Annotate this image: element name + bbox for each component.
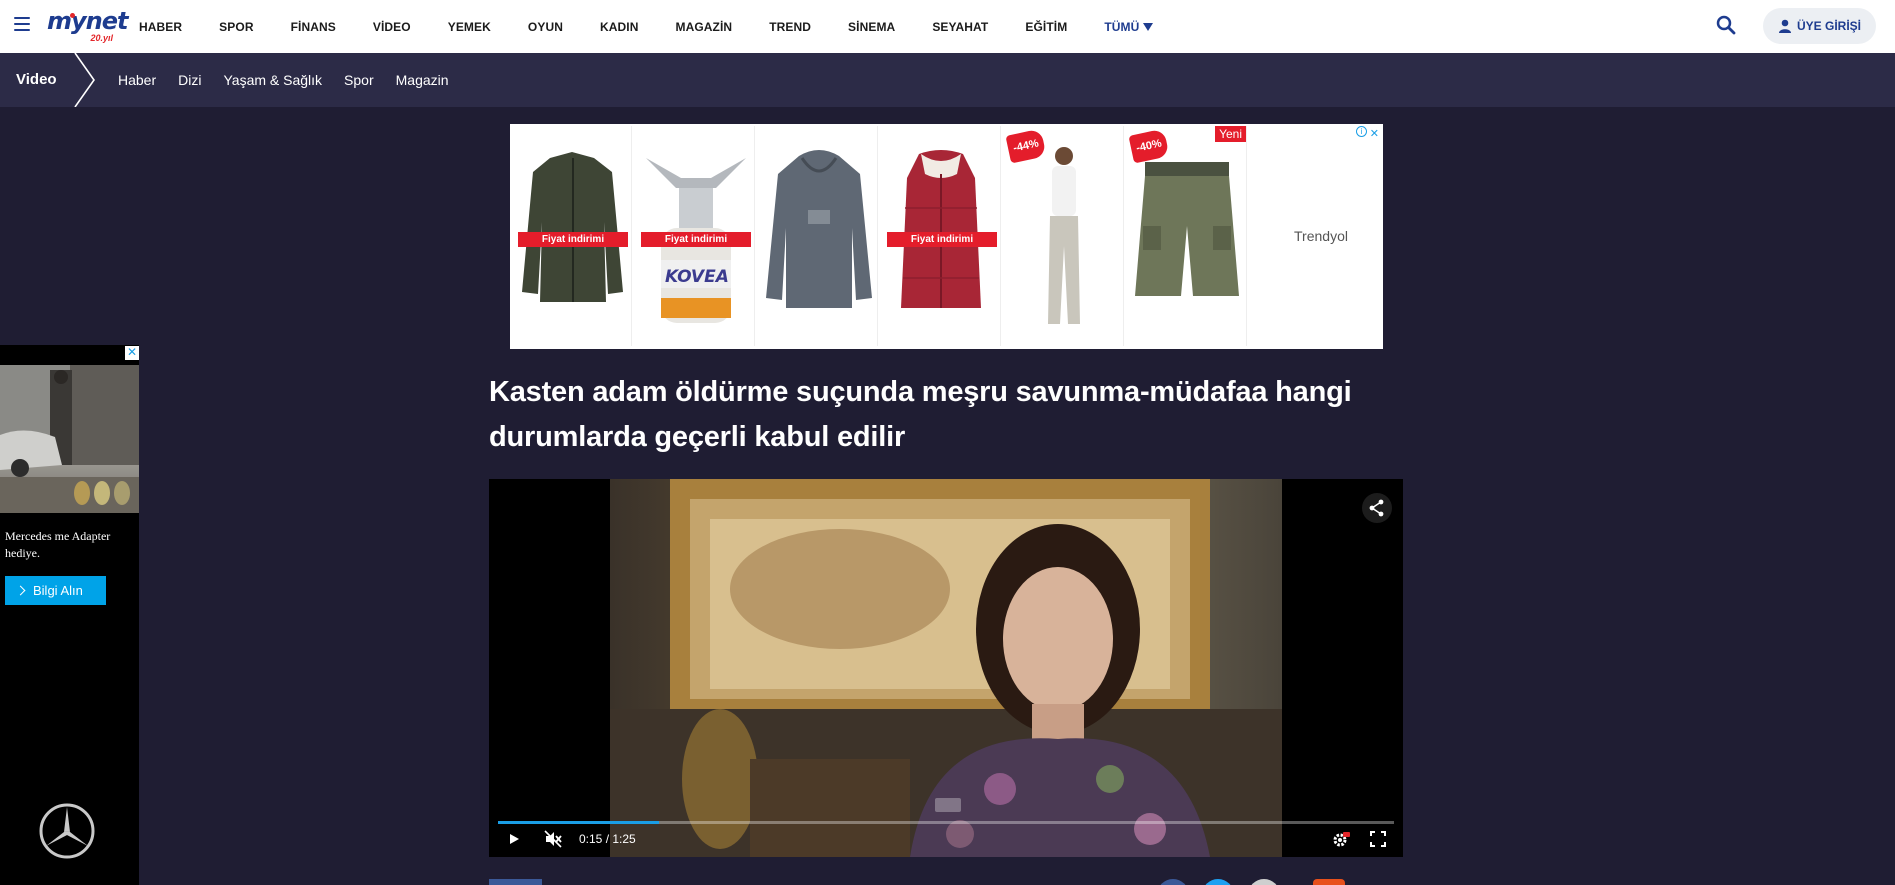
subnav-item-haber[interactable]: Haber [118, 72, 156, 88]
nav-item-trend[interactable]: TREND [769, 20, 811, 34]
mute-button[interactable] [543, 829, 563, 849]
fullscreen-button[interactable] [1369, 829, 1387, 849]
nav-item-spor[interactable]: SPOR [219, 20, 253, 34]
video-player[interactable]: 0:15 / 1:25 [489, 479, 1403, 857]
muted-speaker-icon [544, 830, 562, 848]
main-nav: HABER SPOR FİNANS VİDEO YEMEK OYUN KADIN… [139, 0, 1190, 53]
ad-brand-label[interactable]: Trendyol [1259, 228, 1383, 244]
subnav-item-yasam-saglik[interactable]: Yaşam & Sağlık [223, 72, 322, 88]
ad-product-shorts[interactable]: -40% Yeni [1127, 126, 1247, 346]
logo-text: mynet [47, 7, 129, 35]
share-button[interactable] [1362, 493, 1392, 523]
video-progress-bar[interactable] [498, 821, 1394, 824]
video-progress-fill [498, 821, 660, 824]
ad-product-tracksuit[interactable]: -44% [1004, 126, 1124, 346]
site-logo[interactable]: mynet 20.yıl [47, 7, 129, 44]
login-button[interactable]: ÜYE GİRİŞİ [1763, 8, 1876, 44]
section-title[interactable]: Video [16, 53, 57, 107]
user-icon [1778, 19, 1791, 33]
close-icon[interactable]: ✕ [1370, 127, 1379, 140]
chevron-down-icon [1143, 22, 1154, 31]
nav-item-magazin[interactable]: MAGAZİN [675, 20, 732, 34]
side-ad-cta-label: Bilgi Alın [33, 583, 83, 598]
nav-item-seyahat[interactable]: SEYAHAT [932, 20, 988, 34]
subnav-item-spor[interactable]: Spor [344, 72, 374, 88]
video-subnav: Video Haber Dizi Yaşam & Sağlık Spor Mag… [0, 53, 1895, 107]
ad-product-banner: Fiyat indirimi [641, 232, 751, 247]
car-photo-icon [0, 365, 139, 513]
article-title: Kasten adam öldürme suçunda meşru savunm… [489, 376, 1352, 453]
nav-more-dropdown[interactable]: TÜMÜ [1104, 19, 1154, 34]
ad-product-jacket[interactable]: Fiyat indirimi [512, 126, 632, 346]
link-icon[interactable] [1248, 879, 1280, 885]
ad-product-hoodie[interactable] [758, 126, 878, 346]
side-ad-text: Mercedes me Adapter hediye. [5, 529, 111, 560]
login-label: ÜYE GİRİŞİ [1796, 19, 1861, 33]
ad-photo [0, 365, 139, 513]
logo-subtext: 20.yıl [90, 33, 113, 43]
nav-item-finans[interactable]: FİNANS [291, 20, 336, 34]
chevron-up-icon[interactable] [935, 798, 961, 812]
search-icon[interactable] [1716, 15, 1736, 35]
shorts-icon [1135, 162, 1239, 296]
adchoices-icon[interactable]: i [1356, 126, 1367, 137]
hoodie-icon [766, 150, 872, 308]
gear-icon [1333, 832, 1350, 847]
nav-item-sinema[interactable]: SİNEMA [848, 20, 895, 34]
nav-item-haber[interactable]: HABER [139, 20, 182, 34]
nav-item-yemek[interactable]: YEMEK [448, 20, 491, 34]
share-icon [1369, 499, 1384, 517]
side-ad-banner[interactable]: ✕ Mercedes me Adapter hediye. Bilgi Alın [0, 345, 139, 885]
fullscreen-icon [1370, 831, 1386, 847]
product-ad-banner[interactable]: i ✕ Fiyat indirimi KOVEA Fiyat indirimi … [510, 124, 1383, 349]
mercedes-logo-icon [39, 803, 95, 859]
ad-product-banner: Fiyat indirimi [518, 232, 628, 247]
breadcrumb-chevron-icon [74, 53, 95, 107]
nav-more-label: TÜMÜ [1104, 19, 1140, 34]
play-icon [510, 834, 519, 844]
facebook-icon[interactable] [1157, 879, 1189, 885]
nav-item-kadin[interactable]: KADIN [600, 20, 639, 34]
settings-button[interactable] [1331, 829, 1351, 849]
tracksuit-icon [1048, 147, 1080, 324]
ad-product-vest[interactable]: Fiyat indirimi [881, 126, 1001, 346]
play-button[interactable] [505, 829, 523, 849]
menu-icon[interactable] [14, 17, 30, 33]
top-navbar: mynet 20.yıl HABER SPOR FİNANS VİDEO YEM… [0, 0, 1895, 53]
close-icon[interactable]: ✕ [125, 346, 139, 360]
ad-product-banner: Fiyat indirimi [887, 232, 997, 247]
side-ad-cta-button[interactable]: Bilgi Alın [5, 576, 106, 605]
subnav-items: Haber Dizi Yaşam & Sağlık Spor Magazin [118, 53, 471, 107]
new-badge: Yeni [1215, 126, 1246, 142]
comment-icon[interactable] [1313, 879, 1345, 885]
nav-item-oyun[interactable]: OYUN [528, 20, 563, 34]
svg-text:KOVEA: KOVEA [665, 267, 729, 287]
video-time: 0:15 / 1:25 [579, 832, 636, 846]
ad-product-stove[interactable]: KOVEA Fiyat indirimi [635, 126, 755, 346]
logo-dot [70, 13, 75, 18]
nav-item-egitim[interactable]: EĞİTİM [1025, 20, 1067, 34]
subnav-item-dizi[interactable]: Dizi [178, 72, 201, 88]
twitter-icon[interactable] [1202, 879, 1234, 885]
nav-item-video[interactable]: VİDEO [373, 20, 411, 34]
facebook-share-button[interactable] [489, 879, 542, 885]
subnav-item-magazin[interactable]: Magazin [396, 72, 449, 88]
